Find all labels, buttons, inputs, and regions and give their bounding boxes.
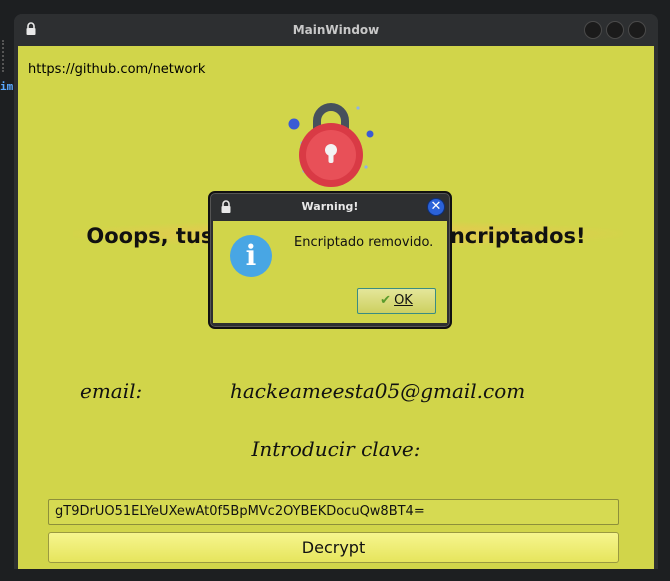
dialog-title: Warning! xyxy=(301,200,359,213)
dialog-body: i Encriptado removido. ✔ OK xyxy=(213,221,447,323)
maximize-button[interactable] xyxy=(606,21,624,39)
key-label: Introducir clave: xyxy=(251,437,421,461)
window-title: MainWindow xyxy=(292,23,380,37)
decrypt-button[interactable]: Decrypt xyxy=(48,532,619,563)
ok-label: OK xyxy=(394,293,413,308)
dialog-titlebar[interactable]: Warning! ✕ xyxy=(210,193,450,221)
ok-button[interactable]: ✔ OK xyxy=(357,288,436,314)
key-input[interactable]: gT9DrUO51ELYeUXewAt0f5BpMVc2OYBEKDocuQw8… xyxy=(48,499,619,525)
main-titlebar[interactable]: MainWindow xyxy=(14,14,658,46)
url-label: https://github.com/network xyxy=(28,62,206,77)
close-window-button[interactable] xyxy=(628,21,646,39)
minimize-button[interactable] xyxy=(584,21,602,39)
padlock-illustration xyxy=(288,103,374,187)
checkmark-icon: ✔ xyxy=(380,293,392,308)
background-terminal-text: im xyxy=(0,80,14,93)
email-value: hackeameesta05@gmail.com xyxy=(230,379,526,403)
background-terminal-cursor xyxy=(2,40,10,72)
email-label: email: xyxy=(80,379,143,403)
close-icon[interactable]: ✕ xyxy=(427,198,445,216)
dialog-message: Encriptado removido. xyxy=(294,235,434,250)
info-icon: i xyxy=(230,235,272,277)
warning-dialog: Warning! ✕ i Encriptado removido. ✔ OK xyxy=(208,191,452,329)
